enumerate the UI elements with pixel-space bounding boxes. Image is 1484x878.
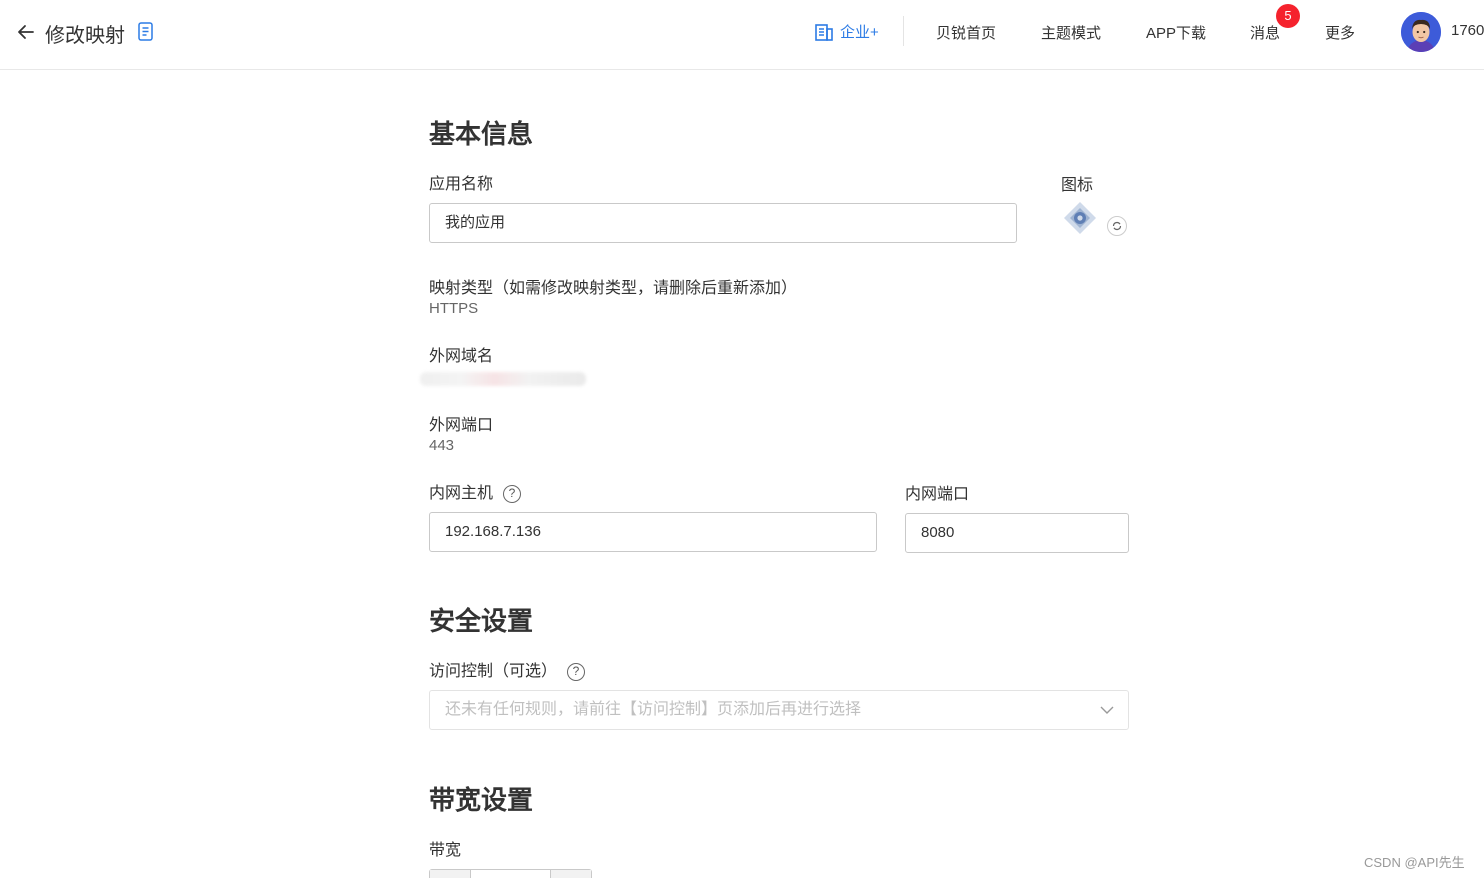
nav-enterprise[interactable]: 企业+ [814,21,879,42]
access-control-select[interactable]: 还未有任何规则，请前往【访问控制】页添加后再进行选择 [429,690,1129,730]
internal-host-label: 内网主机 [429,485,494,502]
nav-messages[interactable]: 消息 [1250,22,1280,43]
bandwidth-stepper[interactable] [429,869,592,878]
bandwidth-title: 带宽设置 [429,785,534,815]
access-control-field-label: 访问控制（可选）? [429,657,586,681]
basic-info-title: 基本信息 [429,119,534,149]
app-name-label: 应用名称 [429,176,494,193]
access-control-placeholder: 还未有任何规则，请前往【访问控制】页添加后再进行选择 [445,701,862,718]
nav-home[interactable]: 贝锐首页 [936,22,996,43]
user-name[interactable]: 1760 [1451,22,1484,39]
avatar[interactable] [1401,12,1441,52]
app-icon[interactable] [1062,200,1098,236]
help-icon[interactable]: ? [567,663,586,681]
watermark: CSDN @API先生 [1364,855,1465,870]
internal-port-label: 内网端口 [905,486,970,503]
increment-button[interactable] [550,870,591,878]
external-domain-value [420,372,586,386]
access-control-label: 访问控制（可选） [429,663,558,680]
top-header: 修改映射 企业+ 贝锐首页 主题模式 APP下载 消息 5 更多 1760 [0,0,1484,70]
building-icon [815,23,833,41]
external-domain-label: 外网域名 [429,348,494,365]
bandwidth-label: 带宽 [429,842,462,859]
internal-host-input[interactable]: 192.168.7.136 [429,512,877,552]
mapping-type-value: HTTPS [429,300,479,317]
messages-badge: 5 [1276,4,1300,28]
nav-divider [903,16,904,46]
nav-theme[interactable]: 主题模式 [1041,22,1101,43]
user-avatar-icon [1401,12,1441,52]
page-title: 修改映射 [45,25,125,47]
nav-app-download[interactable]: APP下载 [1146,22,1206,43]
icon-label: 图标 [1061,177,1094,194]
external-port-value: 443 [429,437,455,454]
internal-port-input[interactable]: 8080 [905,513,1129,553]
refresh-glyph-icon [1112,221,1122,231]
external-port-label: 外网端口 [429,417,494,434]
nav-more[interactable]: 更多 [1325,22,1355,43]
mapping-type-label: 映射类型（如需修改映射类型，请删除后重新添加） [429,280,798,297]
decrement-button[interactable] [430,870,471,878]
back-arrow-icon[interactable] [14,20,38,44]
app-name-input[interactable]: 我的应用 [429,203,1017,243]
document-icon[interactable] [137,22,155,42]
refresh-icon[interactable] [1107,216,1127,236]
help-icon[interactable]: ? [503,485,522,503]
internal-host-field-label: 内网主机? [429,479,522,503]
chevron-down-icon [1100,706,1114,714]
security-title: 安全设置 [429,606,534,636]
nav-enterprise-label: 企业+ [840,24,879,41]
